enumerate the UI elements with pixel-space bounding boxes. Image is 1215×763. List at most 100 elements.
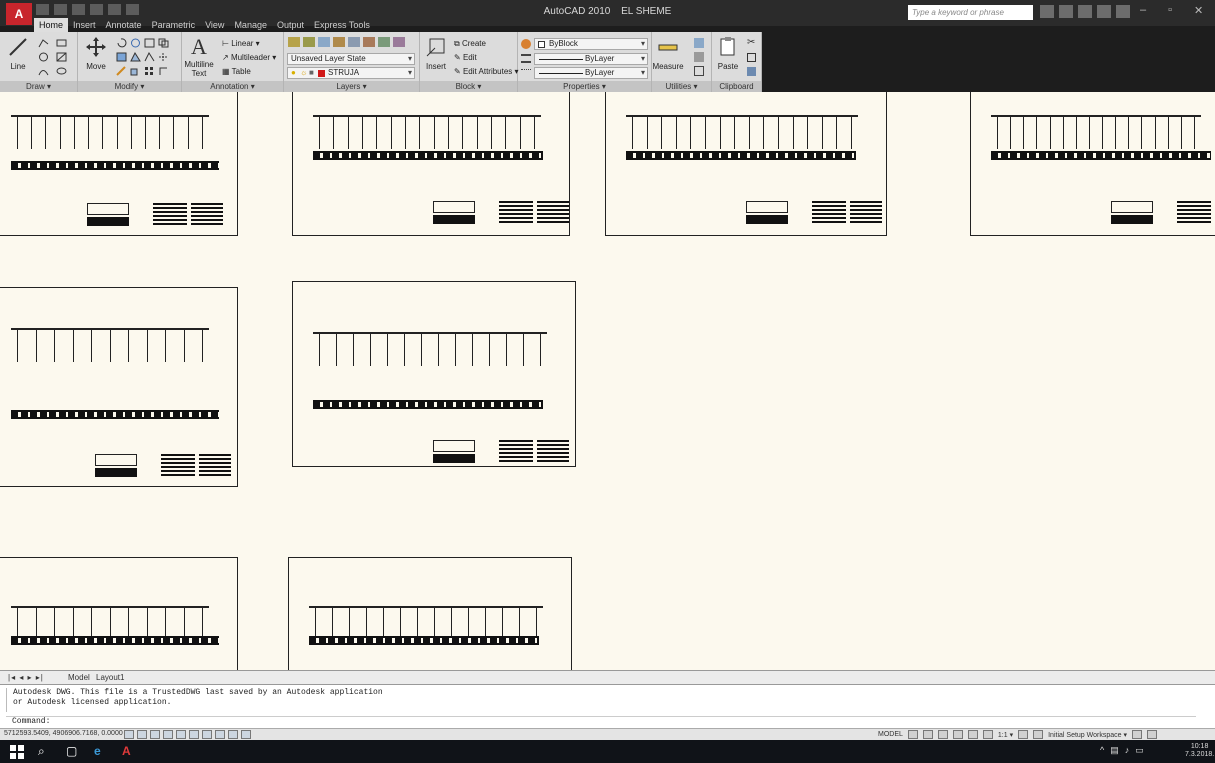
drawing-sheet[interactable] bbox=[605, 92, 887, 236]
search-icon[interactable]: ⌕ bbox=[38, 744, 45, 759]
rotate-icon[interactable] bbox=[116, 38, 127, 48]
layers-panel-title[interactable]: Layers ▾ bbox=[284, 81, 419, 92]
command-input[interactable]: Command: bbox=[6, 716, 1196, 727]
quick-properties-icon[interactable] bbox=[241, 730, 251, 739]
create-block-button[interactable]: ⧉ Create bbox=[454, 39, 486, 49]
tab-home[interactable]: Home bbox=[34, 18, 69, 32]
arc-icon[interactable] bbox=[38, 66, 49, 76]
layer-isolate-icon[interactable] bbox=[348, 37, 360, 47]
tab-manage[interactable]: Manage bbox=[229, 18, 272, 32]
circle-icon[interactable] bbox=[38, 52, 49, 62]
annotation-scale[interactable]: 1:1 ▾ bbox=[998, 731, 1013, 739]
scale-icon[interactable] bbox=[130, 66, 141, 76]
tab-annotate[interactable]: Annotate bbox=[101, 18, 147, 32]
properties-panel-title[interactable]: Properties ▾ bbox=[518, 81, 651, 92]
task-view-icon[interactable]: ▢ bbox=[66, 744, 77, 758]
trim-icon[interactable] bbox=[130, 38, 141, 48]
ducs-icon[interactable] bbox=[202, 730, 212, 739]
lineweight-icon[interactable] bbox=[521, 69, 531, 78]
annotation-scale-icon[interactable] bbox=[982, 730, 993, 739]
drawing-sheet[interactable] bbox=[292, 281, 576, 467]
quick-view-icon[interactable] bbox=[922, 730, 933, 739]
lineweight-dropdown[interactable]: ByLayer bbox=[534, 67, 648, 79]
tab-output[interactable]: Output bbox=[272, 18, 309, 32]
quick-select-icon[interactable] bbox=[694, 38, 704, 48]
polyline-icon[interactable] bbox=[38, 38, 49, 48]
tab-model[interactable]: Model bbox=[68, 673, 90, 682]
copy-icon[interactable] bbox=[158, 38, 169, 48]
mirror-icon[interactable] bbox=[116, 52, 127, 62]
tab-layout1[interactable]: Layout1 bbox=[96, 673, 124, 682]
match-properties-icon[interactable] bbox=[747, 67, 756, 76]
clipboard-panel-title[interactable]: Clipboard bbox=[712, 81, 761, 92]
chevron-up-icon[interactable]: ^ bbox=[1100, 745, 1104, 756]
stretch-icon[interactable] bbox=[144, 52, 155, 62]
drawing-sheet[interactable] bbox=[0, 92, 238, 236]
annotation-visibility-icon[interactable] bbox=[1018, 730, 1029, 739]
layer-properties-icon[interactable] bbox=[288, 37, 300, 47]
table-button[interactable]: ▦ Table bbox=[222, 67, 251, 76]
linetype-dropdown[interactable]: ByLayer bbox=[534, 53, 648, 65]
workspace-icon[interactable] bbox=[1033, 730, 1044, 739]
steering-wheel-icon[interactable] bbox=[967, 730, 978, 739]
id-point-icon[interactable] bbox=[694, 66, 704, 76]
measure-button[interactable]: Measure bbox=[652, 36, 684, 71]
ortho-icon[interactable] bbox=[150, 730, 160, 739]
grid-icon[interactable] bbox=[137, 730, 147, 739]
layer-freeze-icon[interactable] bbox=[378, 37, 390, 47]
model-space-button[interactable]: MODEL bbox=[878, 731, 903, 738]
block-panel-title[interactable]: Block ▾ bbox=[420, 81, 517, 92]
offset-icon[interactable] bbox=[158, 66, 169, 76]
hatch-icon[interactable] bbox=[56, 52, 67, 62]
array-icon[interactable] bbox=[144, 66, 155, 76]
edge-browser-icon[interactable]: e bbox=[94, 744, 101, 758]
maximize-button[interactable]: ▫ bbox=[1168, 4, 1172, 17]
subscription-icon[interactable] bbox=[1078, 5, 1092, 18]
linetype-icon[interactable] bbox=[521, 54, 531, 63]
match-layer-icon[interactable] bbox=[318, 37, 330, 47]
coordinates-readout[interactable]: 5712593.5409, 4906906.7168, 0.0000 bbox=[4, 730, 123, 737]
modify-panel-title[interactable]: Modify ▾ bbox=[78, 81, 181, 92]
polar-icon[interactable] bbox=[163, 730, 173, 739]
action-center-icon[interactable]: ▭ bbox=[1135, 745, 1144, 756]
network-icon[interactable]: ▤ bbox=[1110, 745, 1119, 756]
draw-panel-title[interactable]: Draw ▾ bbox=[0, 81, 77, 92]
calculator-icon[interactable] bbox=[694, 52, 704, 62]
drawing-sheet[interactable] bbox=[0, 557, 238, 670]
tab-insert[interactable]: Insert bbox=[68, 18, 101, 32]
layer-lock-icon[interactable] bbox=[393, 37, 405, 47]
layer-dropdown[interactable]: ● ☼ ■ STRUJA bbox=[287, 67, 415, 79]
rectangle-icon[interactable] bbox=[56, 38, 67, 48]
edit-block-button[interactable]: ✎ Edit bbox=[454, 53, 477, 62]
linear-dimension-button[interactable]: ⊢ Linear ▾ bbox=[222, 39, 260, 48]
osnap-icon[interactable] bbox=[176, 730, 186, 739]
tab-view[interactable]: View bbox=[200, 18, 229, 32]
utilities-panel-title[interactable]: Utilities ▾ bbox=[652, 81, 711, 92]
layer-previous-icon[interactable] bbox=[333, 37, 345, 47]
ellipse-icon[interactable] bbox=[56, 66, 67, 76]
drawing-area[interactable] bbox=[0, 92, 1215, 670]
close-button[interactable]: ✕ bbox=[1194, 4, 1203, 17]
paste-button[interactable]: Paste bbox=[712, 36, 744, 71]
drawing-sheet[interactable] bbox=[0, 287, 238, 487]
layer-off-icon[interactable] bbox=[363, 37, 375, 47]
dyn-icon[interactable] bbox=[215, 730, 225, 739]
fillet-icon[interactable] bbox=[130, 52, 141, 62]
make-current-icon[interactable] bbox=[303, 37, 315, 47]
minimize-button[interactable]: – bbox=[1140, 4, 1146, 17]
erase-icon[interactable] bbox=[116, 66, 127, 76]
insert-block-button[interactable]: Insert bbox=[420, 36, 452, 71]
layout-icon[interactable] bbox=[907, 730, 918, 739]
lock-ui-icon[interactable] bbox=[1131, 730, 1142, 739]
clean-screen-icon[interactable] bbox=[1146, 730, 1157, 739]
autocad-taskbar-icon[interactable]: A bbox=[122, 744, 131, 758]
snap-icon[interactable] bbox=[124, 730, 134, 739]
annotation-panel-title[interactable]: Annotation ▾ bbox=[182, 81, 283, 92]
communication-center-icon[interactable] bbox=[1059, 5, 1073, 18]
favorites-icon[interactable] bbox=[1097, 5, 1111, 18]
tab-parametric[interactable]: Parametric bbox=[147, 18, 201, 32]
move-button[interactable]: Move bbox=[80, 36, 112, 71]
help-icon[interactable] bbox=[1116, 5, 1130, 18]
drawing-sheet[interactable] bbox=[288, 557, 572, 670]
cut-icon[interactable]: ✂ bbox=[747, 37, 755, 48]
